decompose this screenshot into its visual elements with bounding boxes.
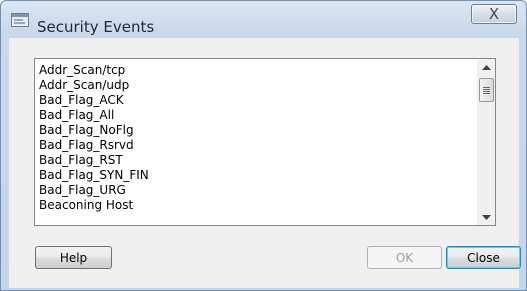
title-bar[interactable]: Security Events X xyxy=(1,1,526,37)
security-events-listbox[interactable]: Addr_Scan/tcp Addr_Scan/udp Bad_Flag_ACK… xyxy=(34,58,496,226)
security-events-list: Addr_Scan/tcp Addr_Scan/udp Bad_Flag_ACK… xyxy=(39,63,469,213)
dialog-title: Security Events xyxy=(37,18,155,36)
list-item[interactable]: Addr_Scan/udp xyxy=(39,78,469,93)
list-item[interactable]: Bad_Flag_NoFlg xyxy=(39,123,469,138)
scroll-down-arrow-icon[interactable] xyxy=(478,208,495,225)
dialog-window: Security Events X Addr_Scan/tcp Addr_Sca… xyxy=(0,0,527,291)
list-item[interactable]: Beaconing Host xyxy=(39,198,469,213)
list-item[interactable]: Bad_Flag_All xyxy=(39,108,469,123)
list-item[interactable]: Bad_Flag_ACK xyxy=(39,93,469,108)
vertical-scrollbar[interactable] xyxy=(477,59,495,225)
help-button[interactable]: Help xyxy=(35,246,112,269)
list-item[interactable]: Bad_Flag_Rsrvd xyxy=(39,138,469,153)
close-icon: X xyxy=(488,5,500,23)
list-item[interactable]: Bad_Flag_URG xyxy=(39,183,469,198)
scroll-up-arrow-icon[interactable] xyxy=(478,59,495,76)
list-item[interactable]: Bad_Flag_RST xyxy=(39,153,469,168)
list-item[interactable]: Bad_Flag_SYN_FIN xyxy=(39,168,469,183)
ok-button[interactable]: OK xyxy=(367,246,442,269)
dialog-client-area: Addr_Scan/tcp Addr_Scan/udp Bad_Flag_ACK… xyxy=(9,38,521,288)
window-close-button[interactable]: X xyxy=(471,4,517,24)
app-window-icon xyxy=(11,12,29,28)
scrollbar-thumb[interactable] xyxy=(479,78,494,102)
close-button[interactable]: Close xyxy=(446,246,521,269)
list-item[interactable]: Addr_Scan/tcp xyxy=(39,63,469,78)
grip-icon xyxy=(483,86,490,94)
